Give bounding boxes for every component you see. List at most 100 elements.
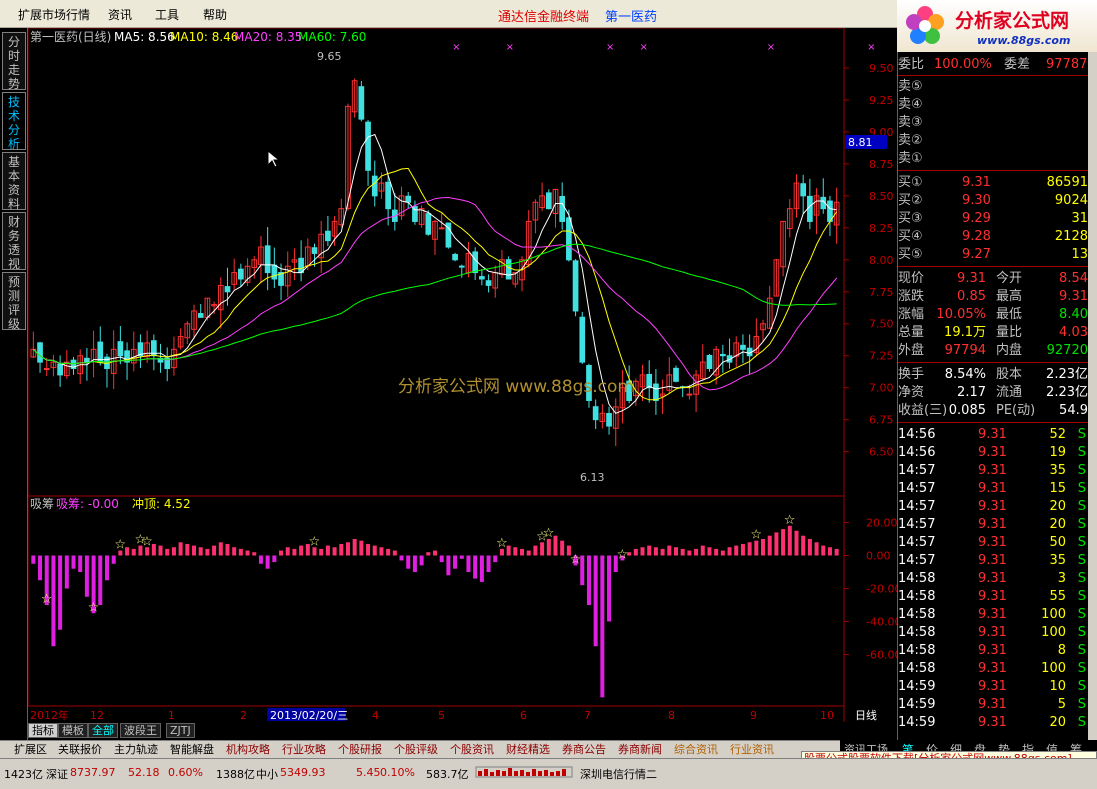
- tab-ext-area[interactable]: 扩展区: [12, 742, 49, 758]
- main-tab-bar: 扩展区 关联报价 主力轨迹 智能解盘 机构攻略 行业攻略 个股研报 个股评级 个…: [0, 740, 897, 758]
- tick-price: 9.31: [978, 643, 1007, 658]
- tab-indicator[interactable]: 指标: [28, 723, 58, 738]
- tab-all[interactable]: 全部: [88, 723, 118, 738]
- candle-body: [405, 195, 412, 203]
- tick-volume: 20: [1049, 499, 1066, 514]
- status-index-name-1: 深证: [46, 768, 68, 781]
- status-server[interactable]: 深圳电信行情二: [580, 766, 657, 782]
- candle-body: [479, 276, 485, 280]
- x-axis-label: 8: [668, 709, 675, 722]
- price-tick-label: 6.75: [869, 414, 894, 427]
- buy-price: 9.27: [962, 247, 991, 262]
- tick-row: 14:59 9.31 5 S: [898, 696, 1090, 714]
- chart-svg[interactable]: 9.509.259.008.758.508.258.007.757.507.25…: [28, 28, 897, 722]
- price-tick-label: 9.50: [869, 62, 894, 75]
- ma60-label: MA60: 7.60: [298, 30, 366, 44]
- x-axis-label: 2: [240, 709, 247, 722]
- buy-label: 买③: [898, 211, 923, 226]
- tab-stock-rating[interactable]: 个股评级: [392, 742, 440, 758]
- tick-side: S: [1077, 643, 1086, 658]
- tick-row: 14:58 9.31 8 S: [898, 642, 1090, 660]
- tick-volume: 3: [1057, 571, 1066, 586]
- tab-stock-news[interactable]: 个股资讯: [448, 742, 496, 758]
- x-axis-label: 6: [520, 709, 527, 722]
- stat-value: 8.40: [1059, 307, 1088, 322]
- top-marker-icon: ×: [867, 42, 875, 53]
- logo-url: www.88gs.com: [977, 34, 1071, 47]
- kline-chart[interactable]: 9.50 9.25 9.00 8.75 8.50 8.25 8.00 7.75 7.50 7.25…: [28, 28, 897, 740]
- stat-row: 总量 19.1万 量比 4.03: [898, 324, 1090, 342]
- tab-zjtj[interactable]: ZJTJ: [166, 723, 195, 738]
- menu-tools[interactable]: 工具: [155, 6, 179, 23]
- candle-body: [720, 353, 726, 357]
- tab-stock-research[interactable]: 个股研报: [336, 742, 384, 758]
- tick-price: 9.31: [978, 499, 1007, 514]
- tab-industry-news[interactable]: 行业资讯: [728, 742, 776, 758]
- tick-row: 14:59 9.31 10 S: [898, 678, 1090, 696]
- tick-row: 14:57 9.31 20 S: [898, 516, 1090, 534]
- tick-price: 9.31: [978, 661, 1007, 676]
- tick-volume: 15: [1049, 481, 1066, 496]
- tick-row: 14:58 9.31 100 S: [898, 624, 1090, 642]
- menu-help[interactable]: 帮助: [203, 6, 227, 23]
- tab-template[interactable]: 模板: [58, 723, 88, 738]
- stat-value: 2.23亿: [1046, 385, 1088, 400]
- menu-news[interactable]: 资讯: [108, 6, 132, 23]
- candle-body: [545, 192, 552, 210]
- candle-body: [807, 195, 813, 222]
- tab-industry-strategy[interactable]: 行业攻略: [280, 742, 328, 758]
- tab-basic-info[interactable]: 基本资料: [2, 152, 26, 211]
- buy-row: 买② 9.30 9024: [898, 192, 1090, 210]
- status-amount-3: 583.7亿: [426, 768, 469, 781]
- status-change-1: 52.18: [128, 766, 160, 779]
- tick-price: 9.31: [978, 607, 1007, 622]
- stat-label: 流通: [996, 385, 1023, 400]
- signal-star-icon: ☆: [41, 592, 53, 607]
- tab-inst-strategy[interactable]: 机构攻略: [224, 742, 272, 758]
- indicator-tab-bar: 指标 模板 全部 波段王 ZJTJ: [28, 722, 897, 738]
- status-pct-1: 0.60%: [168, 766, 203, 779]
- tick-row: 14:57 9.31 35 S: [898, 552, 1090, 570]
- candle-body: [197, 313, 204, 318]
- menu-extended-market[interactable]: 扩展市场行情: [18, 6, 90, 23]
- period-label[interactable]: 日线: [855, 708, 877, 722]
- buy-price: 9.29: [962, 211, 991, 226]
- status-change-2: 5.45: [356, 766, 381, 779]
- chart-header: 第一医药(日线) MA5: 8.56 MA10: 8.46 MA20: 8.35…: [30, 30, 366, 44]
- tick-time: 14:57: [898, 517, 936, 532]
- tab-broker-notice[interactable]: 券商公告: [560, 742, 608, 758]
- status-bar: 1423亿 深证 8737.97 52.18 0.60% 1388亿 中小 53…: [0, 758, 1097, 789]
- ma10-label: MA10: 8.46: [170, 30, 238, 44]
- indicator-chongding: 冲顶: 4.52: [132, 496, 191, 511]
- tab-finance-picks[interactable]: 财经精选: [504, 742, 552, 758]
- buy-price: 9.31: [962, 175, 991, 190]
- tab-related-quote[interactable]: 关联报价: [56, 742, 104, 758]
- tab-rating[interactable]: 预测评级: [2, 272, 26, 331]
- tab-technical[interactable]: 技术分析: [2, 92, 26, 151]
- tab-smart-analysis[interactable]: 智能解盘: [168, 742, 216, 758]
- tick-volume: 20: [1049, 517, 1066, 532]
- stat-label: 收益(三): [898, 403, 948, 418]
- buy-label: 买⑤: [898, 247, 923, 262]
- stat-value: 8.54%: [944, 367, 986, 382]
- stat-value: 19.1万: [944, 325, 986, 340]
- candle-body: [559, 195, 566, 222]
- tab-general-news[interactable]: 综合资讯: [672, 742, 720, 758]
- stat-row: 涨幅 10.05% 最低 8.40: [898, 306, 1090, 324]
- x-axis-label: 12: [90, 709, 104, 722]
- tab-main-force[interactable]: 主力轨迹: [112, 742, 160, 758]
- candle-body: [238, 268, 244, 280]
- tab-financial[interactable]: 财务透视: [2, 212, 26, 271]
- stat-label: 量比: [996, 325, 1023, 340]
- quote-scrollbar[interactable]: [1088, 52, 1097, 740]
- stat-value: 9.31: [957, 271, 986, 286]
- candle-body: [673, 367, 679, 382]
- sell-row: 卖⑤: [898, 79, 923, 94]
- price-tick-label: 8.00: [869, 254, 894, 267]
- tick-volume: 10: [1049, 679, 1066, 694]
- tab-broker-news[interactable]: 券商新闻: [616, 742, 664, 758]
- stat-value: 0.85: [957, 289, 986, 304]
- ind-tick-label: -40.00: [866, 616, 897, 629]
- tab-wave-king[interactable]: 波段王: [120, 723, 161, 738]
- tab-intraday[interactable]: 分时走势: [2, 32, 26, 91]
